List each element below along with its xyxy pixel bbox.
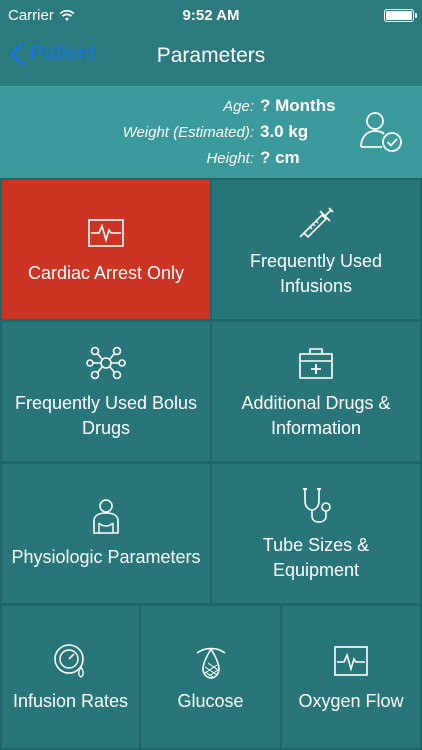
- top-bar: Carrier 9:52 AM Patient Parameters: [0, 0, 422, 86]
- tile-label: Physiologic Parameters: [11, 547, 201, 567]
- tile-label: Tube Sizes & Equipment: [262, 534, 370, 580]
- tile-label: Cardiac Arrest Only: [27, 263, 185, 283]
- oxygen-monitor-icon: [334, 645, 368, 676]
- stethoscope-icon: [303, 487, 331, 523]
- tile-infusions[interactable]: Frequently Used Infusions: [212, 180, 420, 319]
- height-label: Height:: [206, 150, 254, 167]
- tile-label: Oxygen Flow: [298, 690, 404, 711]
- tile-oxygen-flow[interactable]: Oxygen Flow: [282, 606, 420, 748]
- app-screen: Carrier 9:52 AM Patient Parameters Age: …: [0, 0, 422, 750]
- tile-label: Frequently Used Infusions: [249, 250, 383, 296]
- weight-label: Weight (Estimated):: [122, 124, 254, 141]
- molecule-icon: [86, 346, 126, 379]
- nav-bar: Patient Parameters: [0, 30, 422, 86]
- weight-value: 3.0 kg: [260, 122, 309, 141]
- battery-icon: [384, 9, 417, 22]
- tile-glucose[interactable]: Glucose: [141, 606, 280, 748]
- age-value: ? Months: [260, 96, 336, 115]
- tile-label: Frequently Used Bolus Drugs: [14, 392, 198, 438]
- medical-kit-icon: [299, 347, 333, 379]
- tile-additional-drugs[interactable]: Additional Drugs & Information: [212, 322, 420, 461]
- infusion-gauge-icon: [53, 643, 84, 678]
- tile-bolus-drugs[interactable]: Frequently Used Bolus Drugs: [2, 322, 210, 461]
- status-time: 9:52 AM: [182, 7, 240, 24]
- status-bar: Carrier 9:52 AM: [0, 0, 422, 30]
- height-row: Height: ? cm: [0, 148, 340, 168]
- tile-label: Glucose: [177, 690, 244, 711]
- syringe-icon: [299, 206, 334, 238]
- tile-label: Infusion Rates: [12, 690, 129, 711]
- page-title: Parameters: [156, 44, 266, 67]
- age-label: Age:: [223, 98, 254, 115]
- patient-confirmed-icon[interactable]: [358, 109, 404, 155]
- patient-info: Age: ? Months Weight (Estimated): 3.0 kg…: [0, 86, 422, 178]
- tile-tube-sizes[interactable]: Tube Sizes & Equipment: [212, 464, 420, 603]
- tile-infusion-rates[interactable]: Infusion Rates: [2, 606, 139, 748]
- weight-row: Weight (Estimated): 3.0 kg: [0, 122, 340, 142]
- patient-icon: [93, 499, 119, 534]
- glucose-icon: [196, 646, 225, 679]
- tile-label: Additional Drugs & Information: [241, 392, 391, 438]
- tile-physiologic-parameters[interactable]: Physiologic Parameters: [2, 464, 210, 603]
- tile-cardiac-arrest[interactable]: Cardiac Arrest Only: [2, 180, 210, 319]
- heart-monitor-icon: [88, 219, 124, 247]
- height-value: ? cm: [260, 148, 300, 167]
- age-row: Age: ? Months: [0, 96, 340, 116]
